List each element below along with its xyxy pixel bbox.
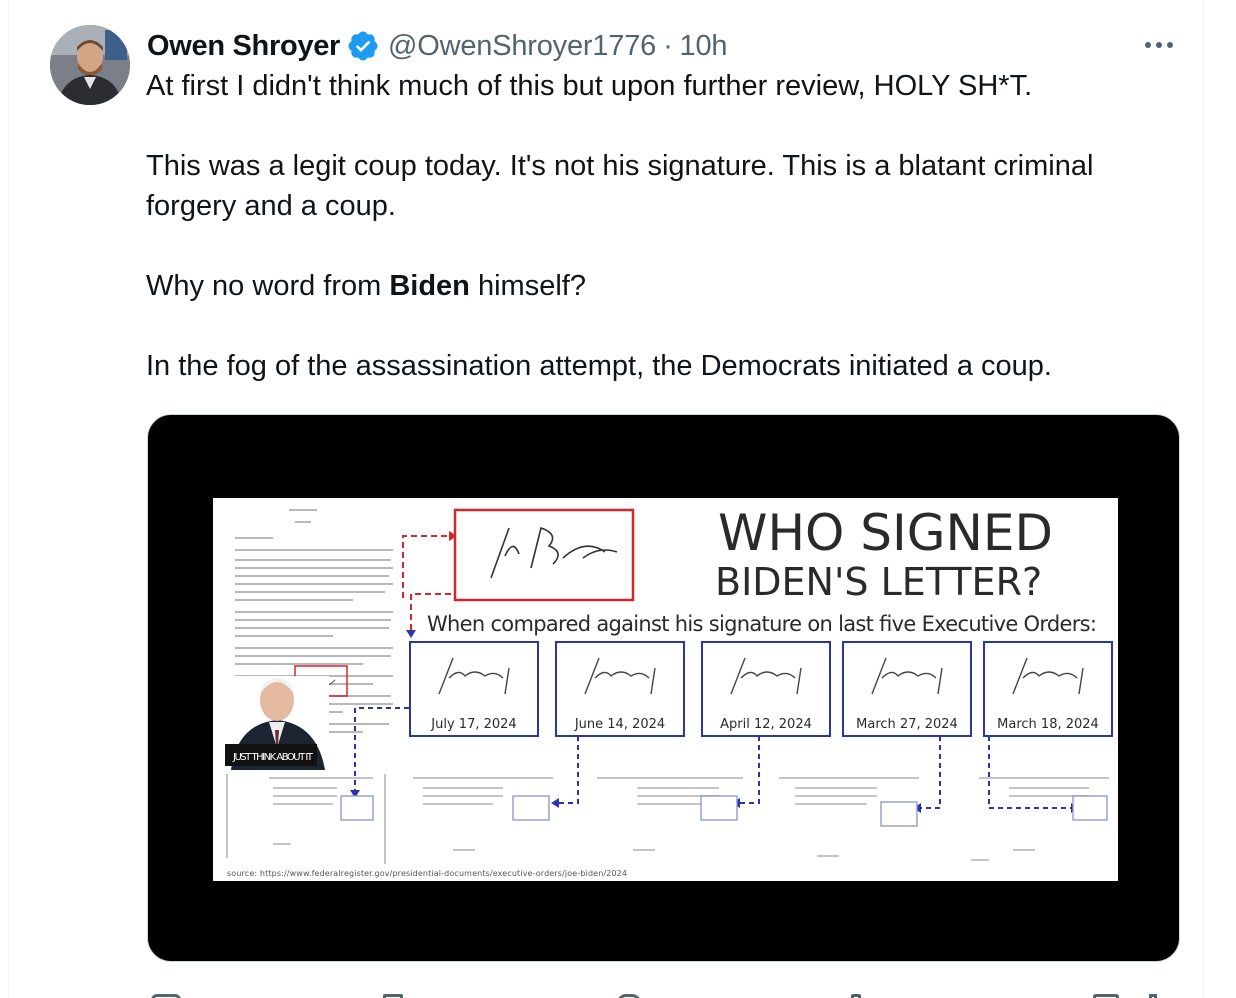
reply-icon[interactable] (151, 994, 181, 998)
graphic-subtitle: When compared against his signature on l… (427, 612, 1097, 636)
tweet-header: Owen Shroyer @OwenShroyer1776 · 10h (147, 26, 728, 66)
tweet-paragraph: In the fog of the assassination attempt,… (146, 350, 1052, 382)
repost-icon[interactable] (383, 994, 403, 998)
post-time[interactable]: 10h (680, 30, 728, 63)
graphic-title-1: WHO SIGNED (718, 504, 1053, 562)
tweet-paragraph: At first I didn't think much of this but… (146, 70, 1033, 102)
like-icon[interactable] (617, 994, 641, 998)
date-label: March 27, 2024 (856, 717, 958, 732)
views-icon[interactable] (851, 994, 861, 998)
infographic-drawing: WHO SIGNED BIDEN'S LETTER? When compared… (225, 504, 1113, 878)
bold-word: Biden (389, 270, 470, 302)
tweet-media[interactable]: WHO SIGNED BIDEN'S LETTER? When compared… (147, 414, 1180, 962)
share-icon[interactable] (1149, 994, 1157, 998)
date-label: July 17, 2024 (430, 717, 516, 732)
more-options-icon[interactable] (1137, 28, 1181, 62)
date-label: June 14, 2024 (574, 717, 665, 732)
author-name[interactable]: Owen Shroyer (147, 30, 340, 63)
date-label: March 18, 2024 (997, 717, 1099, 732)
tweet-card[interactable]: Owen Shroyer @OwenShroyer1776 · 10h At f… (8, 0, 1204, 998)
date-label: April 12, 2024 (720, 717, 812, 732)
graphic-title-2: BIDEN'S LETTER? (715, 560, 1042, 604)
infographic: WHO SIGNED BIDEN'S LETTER? When compared… (213, 498, 1118, 881)
source-text: source: https://www.federalregister.gov/… (227, 869, 627, 878)
action-bar (147, 988, 1187, 998)
tweet-text: At first I didn't think much of this but… (146, 66, 1186, 426)
avatar[interactable] (50, 25, 130, 105)
author-handle[interactable]: @OwenShroyer1776 (388, 30, 656, 63)
tweet-paragraph: Why no word from Biden himself? (146, 270, 586, 302)
tweet-paragraph: This was a legit coup today. It's not hi… (146, 150, 1094, 222)
verified-badge-icon (346, 29, 380, 63)
separator-dot: · (663, 29, 673, 62)
bookmark-icon[interactable] (1093, 994, 1119, 998)
photo-caption: JUST THINK ABOUT IT (232, 752, 314, 763)
